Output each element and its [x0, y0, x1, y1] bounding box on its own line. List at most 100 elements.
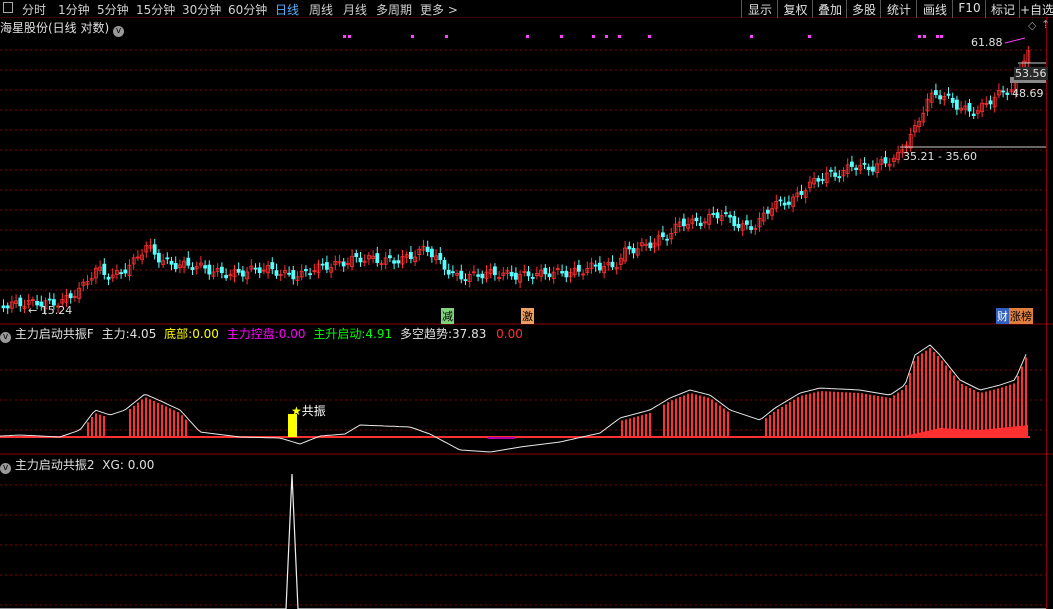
candle-body	[396, 260, 401, 264]
marker-reduce[interactable]: 减	[441, 308, 454, 324]
candle-body	[152, 244, 157, 255]
candle-body	[782, 202, 787, 206]
candle-body	[745, 220, 749, 225]
candle-body	[627, 246, 632, 250]
right-price-label-2: 48.69	[1012, 87, 1044, 100]
ind-main-label: 主力:	[101, 327, 130, 341]
signal-dot	[918, 35, 921, 38]
candle-body	[946, 93, 951, 96]
signal-dot	[923, 35, 926, 38]
xg-label: XG:	[102, 458, 124, 472]
candle-body	[102, 263, 107, 275]
candle-body	[324, 262, 329, 270]
candle-body	[560, 271, 564, 274]
candle-body	[598, 262, 602, 271]
candle-body	[1005, 92, 1010, 95]
candle-body	[173, 262, 178, 270]
signal-dot	[526, 35, 529, 38]
candle-body	[236, 268, 241, 273]
candle-body	[253, 267, 258, 270]
candle-body	[429, 248, 434, 258]
candle-body	[203, 265, 208, 269]
signal-dot	[560, 35, 563, 38]
ind-main-value: 4.05	[129, 327, 157, 341]
marker-excite[interactable]: 激	[521, 308, 534, 324]
candle-body	[862, 163, 867, 165]
ind-control-value: 0.00	[278, 327, 306, 341]
badge-finance[interactable]: 财	[996, 308, 1009, 324]
indicator1-name: 主力启动共振F	[14, 327, 94, 341]
diamond-icon[interactable]: ◇	[1028, 19, 1036, 32]
candle-body	[425, 246, 430, 252]
candle-body	[463, 279, 468, 282]
badge-gain-list[interactable]: 涨榜	[1009, 308, 1033, 324]
high-price-label: 61.88	[971, 36, 1003, 49]
candle-body	[577, 264, 581, 272]
chevron-down-icon[interactable]: v	[0, 463, 11, 474]
candle-body	[871, 166, 875, 172]
ind-extra-value: 0.00	[496, 327, 523, 341]
chevron-down-icon[interactable]: v	[113, 26, 125, 37]
candle-body	[119, 272, 123, 275]
candle-body	[514, 272, 518, 280]
range-label: 35.21 - 35.60	[903, 150, 977, 163]
signal-dot	[411, 35, 414, 38]
signal-dot	[445, 35, 448, 38]
high-pointer	[1004, 37, 1026, 44]
candle-body	[661, 232, 665, 238]
candle-body	[665, 238, 669, 241]
candle-body	[698, 222, 703, 226]
candle-body	[408, 251, 413, 260]
candle-body	[320, 263, 325, 266]
candle-body	[934, 90, 938, 96]
resonance-annotation: ★共振	[291, 404, 326, 418]
candle-body	[682, 218, 686, 227]
candle-body	[816, 178, 821, 182]
signal-dot	[936, 35, 939, 38]
signal-dot	[592, 35, 595, 38]
chevron-down-icon[interactable]: v	[0, 332, 11, 343]
candle-body	[778, 199, 783, 202]
candle-body	[308, 273, 313, 276]
candle-body	[648, 242, 653, 249]
candle-body	[547, 273, 552, 278]
candle-body	[967, 103, 972, 112]
candle-body	[169, 260, 174, 265]
candle-body	[593, 264, 598, 267]
candle-body	[1, 305, 6, 309]
xg-value: 0.00	[127, 458, 155, 472]
candle-body	[270, 262, 275, 270]
candle-body	[829, 169, 833, 172]
candle-body	[123, 269, 128, 274]
low-price-label: ← 15.24	[28, 304, 73, 317]
xg-spike	[0, 473, 1046, 609]
candle-body	[224, 274, 229, 279]
ind-control-label: 主力控盘:	[226, 327, 279, 341]
candle-body	[480, 273, 485, 279]
candle-body	[631, 247, 636, 254]
ind-rise-value: 4.91	[365, 327, 393, 341]
candle-body	[291, 270, 296, 280]
candle-body	[274, 270, 279, 276]
candle-body	[711, 213, 716, 215]
up-arrow-icon[interactable]: ⇡	[1041, 18, 1050, 31]
candle-body	[106, 276, 111, 280]
candle-body	[866, 166, 871, 171]
ind-trend-value: 37.83	[451, 327, 487, 341]
candle-body	[190, 267, 195, 270]
signal-dot	[618, 35, 621, 38]
stock-title: 海星股份(日线 对数)	[0, 21, 110, 35]
main-pane-title: 海星股份(日线 对数) v	[0, 19, 125, 37]
kline-chart[interactable]	[0, 0, 1053, 609]
signal-dot	[648, 35, 651, 38]
candle-body	[459, 270, 464, 280]
candle-body	[492, 266, 497, 276]
candle-body	[509, 271, 514, 277]
candle-body	[287, 272, 292, 275]
candle-body	[392, 260, 397, 264]
candle-body	[715, 212, 720, 219]
candle-body	[736, 223, 741, 228]
candle-body	[526, 271, 531, 277]
candle-body	[694, 217, 699, 222]
candle-body	[387, 255, 392, 259]
